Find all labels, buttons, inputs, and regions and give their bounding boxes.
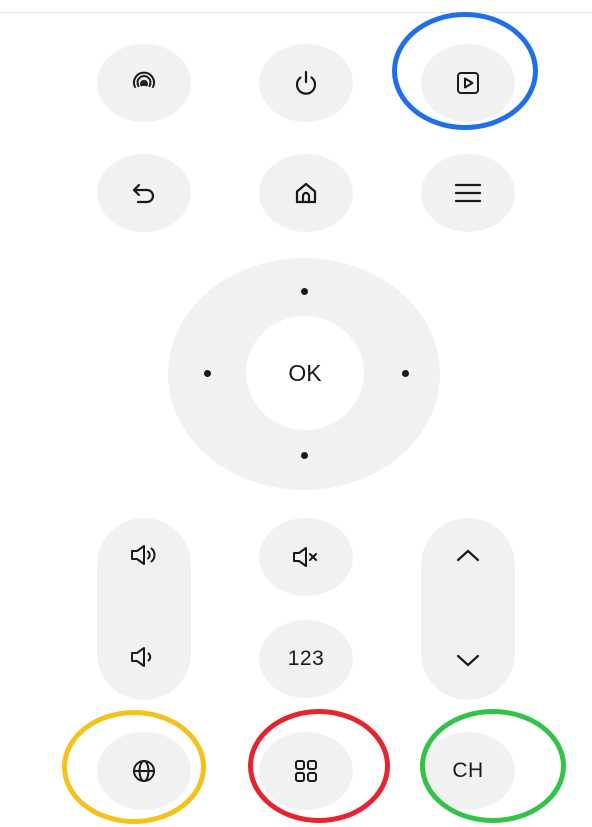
right-dot-icon [401, 369, 409, 377]
power-button[interactable] [259, 44, 353, 122]
ch-button[interactable]: CH [421, 732, 515, 810]
dpad-up-button[interactable] [284, 271, 324, 311]
dpad: OK [168, 258, 440, 490]
ok-button[interactable]: OK [246, 316, 364, 430]
globe-icon [131, 758, 157, 784]
cast-icon [131, 70, 157, 96]
volume-down-button[interactable] [97, 624, 191, 694]
mute-icon [291, 545, 321, 569]
volume-up-button[interactable] [97, 522, 191, 592]
back-icon [130, 180, 158, 206]
channel-up-button[interactable] [421, 522, 515, 592]
number-pad-button[interactable]: 123 [259, 620, 353, 698]
channel-rocker [421, 518, 515, 700]
dpad-left-button[interactable] [187, 353, 227, 393]
channel-down-button[interactable] [421, 628, 515, 698]
down-dot-icon [300, 451, 308, 459]
volume-down-icon [129, 645, 159, 674]
play-input-button[interactable] [421, 44, 515, 122]
home-icon [293, 180, 319, 206]
volume-up-icon [129, 543, 159, 572]
apps-grid-icon [293, 758, 319, 784]
up-dot-icon [300, 287, 308, 295]
dpad-right-button[interactable] [385, 353, 425, 393]
back-button[interactable] [97, 154, 191, 232]
globe-button[interactable] [97, 732, 191, 810]
apps-button[interactable] [259, 732, 353, 810]
menu-button[interactable] [421, 154, 515, 232]
number-pad-label: 123 [287, 647, 325, 670]
power-icon [291, 68, 321, 98]
mute-button[interactable] [259, 518, 353, 596]
chevron-down-icon [454, 652, 482, 675]
left-dot-icon [203, 369, 211, 377]
home-button[interactable] [259, 154, 353, 232]
volume-rocker [97, 518, 191, 700]
dpad-down-button[interactable] [284, 435, 324, 475]
menu-icon [453, 181, 483, 205]
cast-button[interactable] [97, 44, 191, 122]
play-input-icon [455, 70, 481, 96]
top-divider [0, 12, 592, 13]
chevron-up-icon [454, 546, 482, 569]
ch-label: CH [452, 759, 484, 782]
